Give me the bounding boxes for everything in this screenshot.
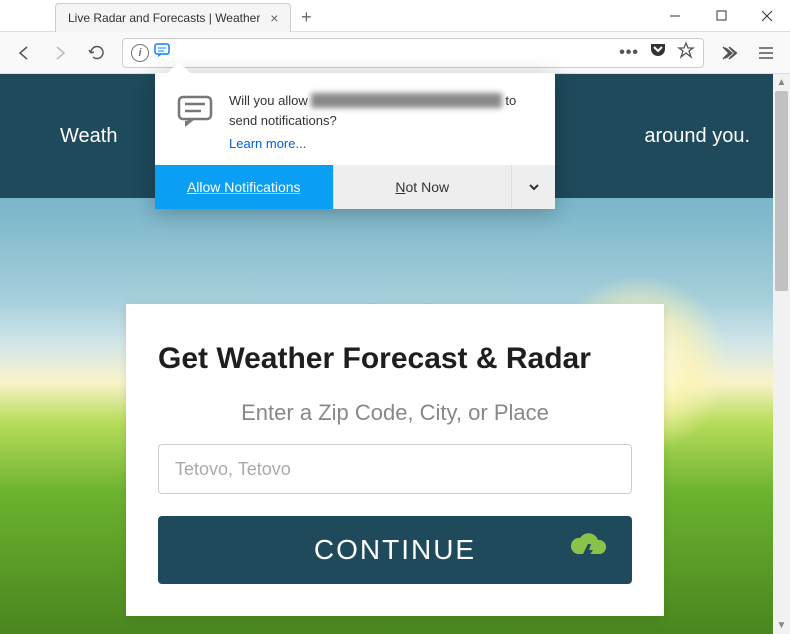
permission-icon[interactable] xyxy=(153,41,171,64)
page-actions-icon[interactable]: ••• xyxy=(619,44,639,62)
browser-toolbar: i ••• xyxy=(0,32,790,74)
scroll-up-icon[interactable]: ▲ xyxy=(773,74,790,91)
window-controls xyxy=(652,0,790,31)
site-info-icon[interactable]: i xyxy=(131,44,149,62)
new-tab-button[interactable]: + xyxy=(291,3,321,31)
msg-prefix: Will you allow xyxy=(229,93,311,108)
hamburger-menu-button[interactable] xyxy=(750,37,782,69)
url-bar-actions: ••• xyxy=(619,41,695,64)
browser-tab[interactable]: Live Radar and Forecasts | Weather × xyxy=(55,3,291,32)
allow-notifications-button[interactable]: Allow Notifications xyxy=(155,165,333,209)
dropdown-chevron-button[interactable] xyxy=(511,165,555,209)
bookmark-icon[interactable] xyxy=(677,41,695,64)
popup-actions: Allow Notifications Not Now xyxy=(155,165,555,209)
notification-permission-popup: Will you allow localweatherforecasttrack… xyxy=(155,73,555,209)
titlebar-spacer xyxy=(0,0,55,31)
continue-button[interactable]: CONTINUE xyxy=(158,516,632,584)
continue-label: CONTINUE xyxy=(314,534,476,566)
card-subtitle: Enter a Zip Code, City, or Place xyxy=(158,400,632,426)
close-window-button[interactable] xyxy=(744,0,790,31)
notnow-rest: ot Now xyxy=(406,179,450,195)
banner-text-right: around you. xyxy=(644,125,750,148)
tab-title: Live Radar and Forecasts | Weather xyxy=(68,11,260,25)
overflow-button[interactable] xyxy=(714,37,746,69)
minimize-button[interactable] xyxy=(652,0,698,31)
notification-icon xyxy=(175,91,215,131)
msg-domain-blurred: localweatherforecasttracker.com xyxy=(311,93,501,108)
scroll-down-icon[interactable]: ▼ xyxy=(773,617,790,634)
learn-more-link[interactable]: Learn more... xyxy=(229,136,535,151)
vertical-scrollbar[interactable]: ▲ ▼ xyxy=(773,74,790,634)
close-icon[interactable]: × xyxy=(266,10,282,26)
maximize-button[interactable] xyxy=(698,0,744,31)
notnow-underline: N xyxy=(395,179,405,195)
reload-button[interactable] xyxy=(80,37,112,69)
search-card: Get Weather Forecast & Radar Enter a Zip… xyxy=(126,304,664,616)
pocket-icon[interactable] xyxy=(649,41,667,64)
scroll-thumb[interactable] xyxy=(775,91,788,291)
forward-button[interactable] xyxy=(44,37,76,69)
popup-text-container: Will you allow localweatherforecasttrack… xyxy=(229,91,535,151)
card-title: Get Weather Forecast & Radar xyxy=(158,342,632,376)
popup-body: Will you allow localweatherforecasttrack… xyxy=(155,73,555,165)
not-now-button[interactable]: Not Now xyxy=(333,165,512,209)
banner-text-left: Weath xyxy=(60,125,117,148)
back-button[interactable] xyxy=(8,37,40,69)
cloud-bolt-icon xyxy=(566,532,610,569)
popup-message: Will you allow localweatherforecasttrack… xyxy=(229,91,535,130)
window-titlebar: Live Radar and Forecasts | Weather × + xyxy=(0,0,790,32)
address-bar[interactable]: i ••• xyxy=(122,38,704,68)
location-input[interactable] xyxy=(158,444,632,494)
